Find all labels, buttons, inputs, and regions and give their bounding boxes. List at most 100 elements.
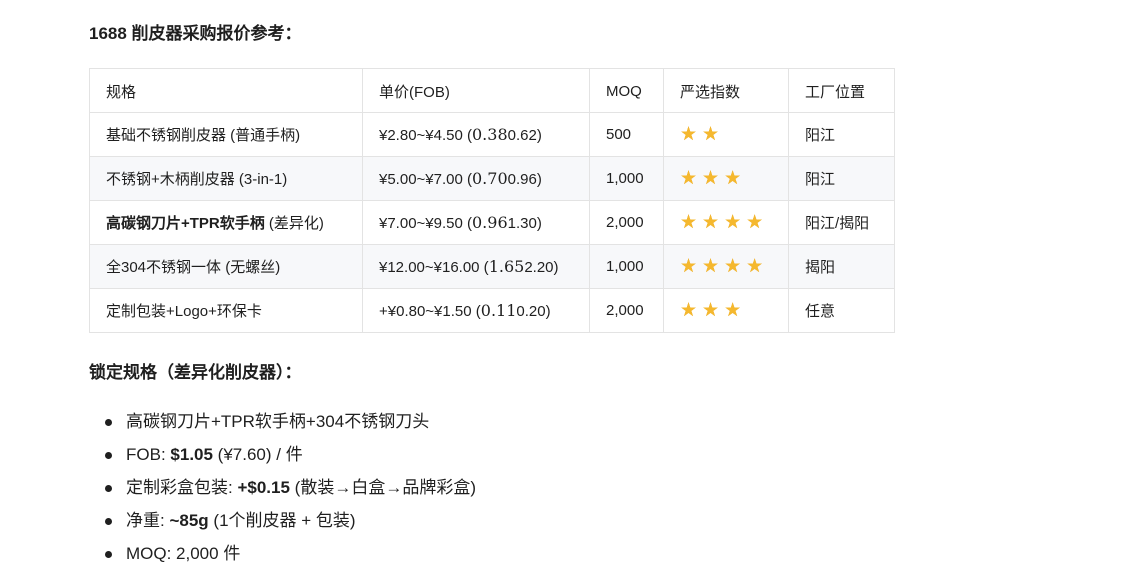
price-serif-text: 0.38 bbox=[472, 125, 508, 144]
spec-text: 基础不锈钢削皮器 (普通手柄) bbox=[106, 127, 301, 144]
list-item-value: $1.05 bbox=[170, 445, 213, 464]
list-item-value: ~85g bbox=[169, 511, 209, 530]
cell-moq: 1,000 bbox=[589, 156, 664, 201]
star-rating: ★ ★ ★ ★ bbox=[680, 213, 763, 232]
page-title: 1688 削皮器采购报价参考： bbox=[89, 24, 302, 43]
star-icon: ★ bbox=[724, 299, 742, 321]
cell-rating: ★ ★ ★ ★ bbox=[663, 200, 789, 245]
cell-rating: ★ ★ ★ bbox=[663, 156, 789, 201]
list-item-label: 高碳钢刀片+TPR软手柄+304不锈钢刀头 bbox=[126, 412, 430, 431]
spec-text: (差异化) bbox=[264, 215, 324, 232]
price-suffix-text: 0.96) bbox=[507, 171, 542, 188]
bullet-icon bbox=[105, 419, 112, 426]
cell-location: 阳江 bbox=[788, 112, 895, 157]
table-row: 高碳钢刀片+TPR软手柄 (差异化) ¥7.00~¥9.50 (0.961.30)… bbox=[89, 200, 895, 245]
cell-location: 揭阳 bbox=[788, 244, 895, 289]
star-icon: ★ bbox=[724, 211, 742, 233]
table-row: 基础不锈钢削皮器 (普通手柄) ¥2.80~¥4.50 (0.380.62) 500… bbox=[89, 112, 895, 157]
cell-location: 阳江 bbox=[788, 156, 895, 201]
price-prefix-text: +¥0.80~¥1.50 ( bbox=[379, 303, 481, 320]
price-serif-text: 1.65 bbox=[488, 257, 525, 276]
cell-rating: ★ ★ ★ ★ bbox=[663, 244, 789, 289]
price-suffix-text: 0.62) bbox=[507, 127, 542, 144]
list-item-value: +$0.15 bbox=[237, 478, 290, 497]
cell-spec: 全304不锈钢一体 (无螺丝) bbox=[89, 244, 363, 289]
list-item-label: 净重: bbox=[126, 511, 170, 530]
table-row: 不锈钢+木柄削皮器 (3-in-1) ¥5.00~¥7.00 (0.700.96)… bbox=[89, 156, 895, 201]
price-suffix-text: 0.20) bbox=[516, 303, 551, 320]
list-item-note: (1个削皮器 + 包装) bbox=[208, 511, 356, 530]
cell-spec: 定制包装+Logo+环保卡 bbox=[89, 288, 363, 333]
header-location: 工厂位置 bbox=[788, 68, 895, 113]
cell-price: ¥12.00~¥16.00 (1.652.20) bbox=[362, 244, 590, 289]
star-icon: ★ bbox=[724, 255, 742, 277]
bullet-icon bbox=[105, 452, 112, 459]
table-row: 定制包装+Logo+环保卡 +¥0.80~¥1.50 (0.110.20) 2,00… bbox=[89, 288, 895, 333]
list-item: 净重: ~85g (1个削皮器 + 包装) bbox=[105, 504, 476, 537]
star-icon: ★ bbox=[746, 255, 764, 277]
list-item-label: 定制彩盒包装: bbox=[126, 478, 238, 497]
star-rating: ★ ★ bbox=[680, 125, 719, 144]
cell-price: ¥7.00~¥9.50 (0.961.30) bbox=[362, 200, 590, 245]
list-item-label: FOB: bbox=[126, 445, 171, 464]
star-icon: ★ bbox=[746, 211, 764, 233]
bullet-icon bbox=[105, 551, 112, 558]
header-price: 单价(FOB) bbox=[362, 68, 590, 113]
star-icon: ★ bbox=[702, 255, 720, 277]
star-icon: ★ bbox=[680, 167, 698, 189]
header-moq: MOQ bbox=[589, 68, 664, 113]
cell-price: +¥0.80~¥1.50 (0.110.20) bbox=[362, 288, 590, 333]
list-item: FOB: $1.05 (¥7.60) / 件 bbox=[105, 438, 476, 471]
star-rating: ★ ★ ★ bbox=[680, 301, 741, 320]
star-icon: ★ bbox=[680, 123, 698, 145]
price-suffix-text: 1.30) bbox=[507, 215, 542, 232]
list-item-note: (散装→白盒→品牌彩盒) bbox=[289, 478, 476, 497]
header-rating: 严选指数 bbox=[663, 68, 789, 113]
cell-spec: 基础不锈钢削皮器 (普通手柄) bbox=[89, 112, 363, 157]
cell-price: ¥2.80~¥4.50 (0.380.62) bbox=[362, 112, 590, 157]
star-icon: ★ bbox=[702, 167, 720, 189]
cell-rating: ★ ★ bbox=[663, 112, 789, 157]
list-item-note: (¥7.60) / 件 bbox=[212, 445, 303, 464]
cell-rating: ★ ★ ★ bbox=[663, 288, 789, 333]
star-icon: ★ bbox=[702, 123, 720, 145]
quote-table: 规格 单价(FOB) MOQ 严选指数 工厂位置 基础不锈钢削皮器 (普通手柄)… bbox=[89, 68, 895, 333]
star-rating: ★ ★ ★ bbox=[680, 169, 741, 188]
list-item-label: MOQ: 2,000 件 bbox=[126, 544, 241, 563]
price-serif-text: 0.70 bbox=[472, 169, 508, 188]
cell-moq: 2,000 bbox=[589, 288, 664, 333]
price-serif-text: 0.11 bbox=[480, 301, 517, 320]
price-prefix-text: ¥7.00~¥9.50 ( bbox=[379, 215, 472, 232]
spec-text: 不锈钢+木柄削皮器 (3-in-1) bbox=[106, 171, 288, 188]
star-icon: ★ bbox=[702, 299, 720, 321]
price-serif-text: 0.96 bbox=[472, 213, 508, 232]
table-header-row: 规格 单价(FOB) MOQ 严选指数 工厂位置 bbox=[89, 68, 895, 113]
star-icon: ★ bbox=[702, 211, 720, 233]
price-prefix-text: ¥12.00~¥16.00 ( bbox=[379, 259, 489, 276]
star-icon: ★ bbox=[680, 211, 698, 233]
list-item: MOQ: 2,000 件 bbox=[105, 537, 476, 570]
bullet-icon bbox=[105, 518, 112, 525]
cell-moq: 500 bbox=[589, 112, 664, 157]
spec-bold-text: 高碳钢刀片+TPR软手柄 bbox=[106, 215, 265, 232]
spec-text: 全304不锈钢一体 (无螺丝) bbox=[106, 259, 281, 276]
star-rating: ★ ★ ★ ★ bbox=[680, 257, 763, 276]
bullet-icon bbox=[105, 485, 112, 492]
cell-price: ¥5.00~¥7.00 (0.700.96) bbox=[362, 156, 590, 201]
spec-list: 高碳钢刀片+TPR软手柄+304不锈钢刀头 FOB: $1.05 (¥7.60) … bbox=[105, 405, 476, 570]
cell-spec: 不锈钢+木柄削皮器 (3-in-1) bbox=[89, 156, 363, 201]
star-icon: ★ bbox=[680, 299, 698, 321]
star-icon: ★ bbox=[724, 167, 742, 189]
spec-text: 定制包装+Logo+环保卡 bbox=[106, 303, 262, 320]
list-item: 定制彩盒包装: +$0.15 (散装→白盒→品牌彩盒) bbox=[105, 471, 476, 504]
lock-spec-title: 锁定规格（差异化削皮器）： bbox=[89, 363, 302, 382]
cell-spec: 高碳钢刀片+TPR软手柄 (差异化) bbox=[89, 200, 363, 245]
cell-location: 阳江/揭阳 bbox=[788, 200, 895, 245]
cell-moq: 1,000 bbox=[589, 244, 664, 289]
star-icon: ★ bbox=[680, 255, 698, 277]
header-spec: 规格 bbox=[89, 68, 363, 113]
cell-location: 任意 bbox=[788, 288, 895, 333]
price-suffix-text: 2.20) bbox=[524, 259, 559, 276]
list-item: 高碳钢刀片+TPR软手柄+304不锈钢刀头 bbox=[105, 405, 476, 438]
cell-moq: 2,000 bbox=[589, 200, 664, 245]
